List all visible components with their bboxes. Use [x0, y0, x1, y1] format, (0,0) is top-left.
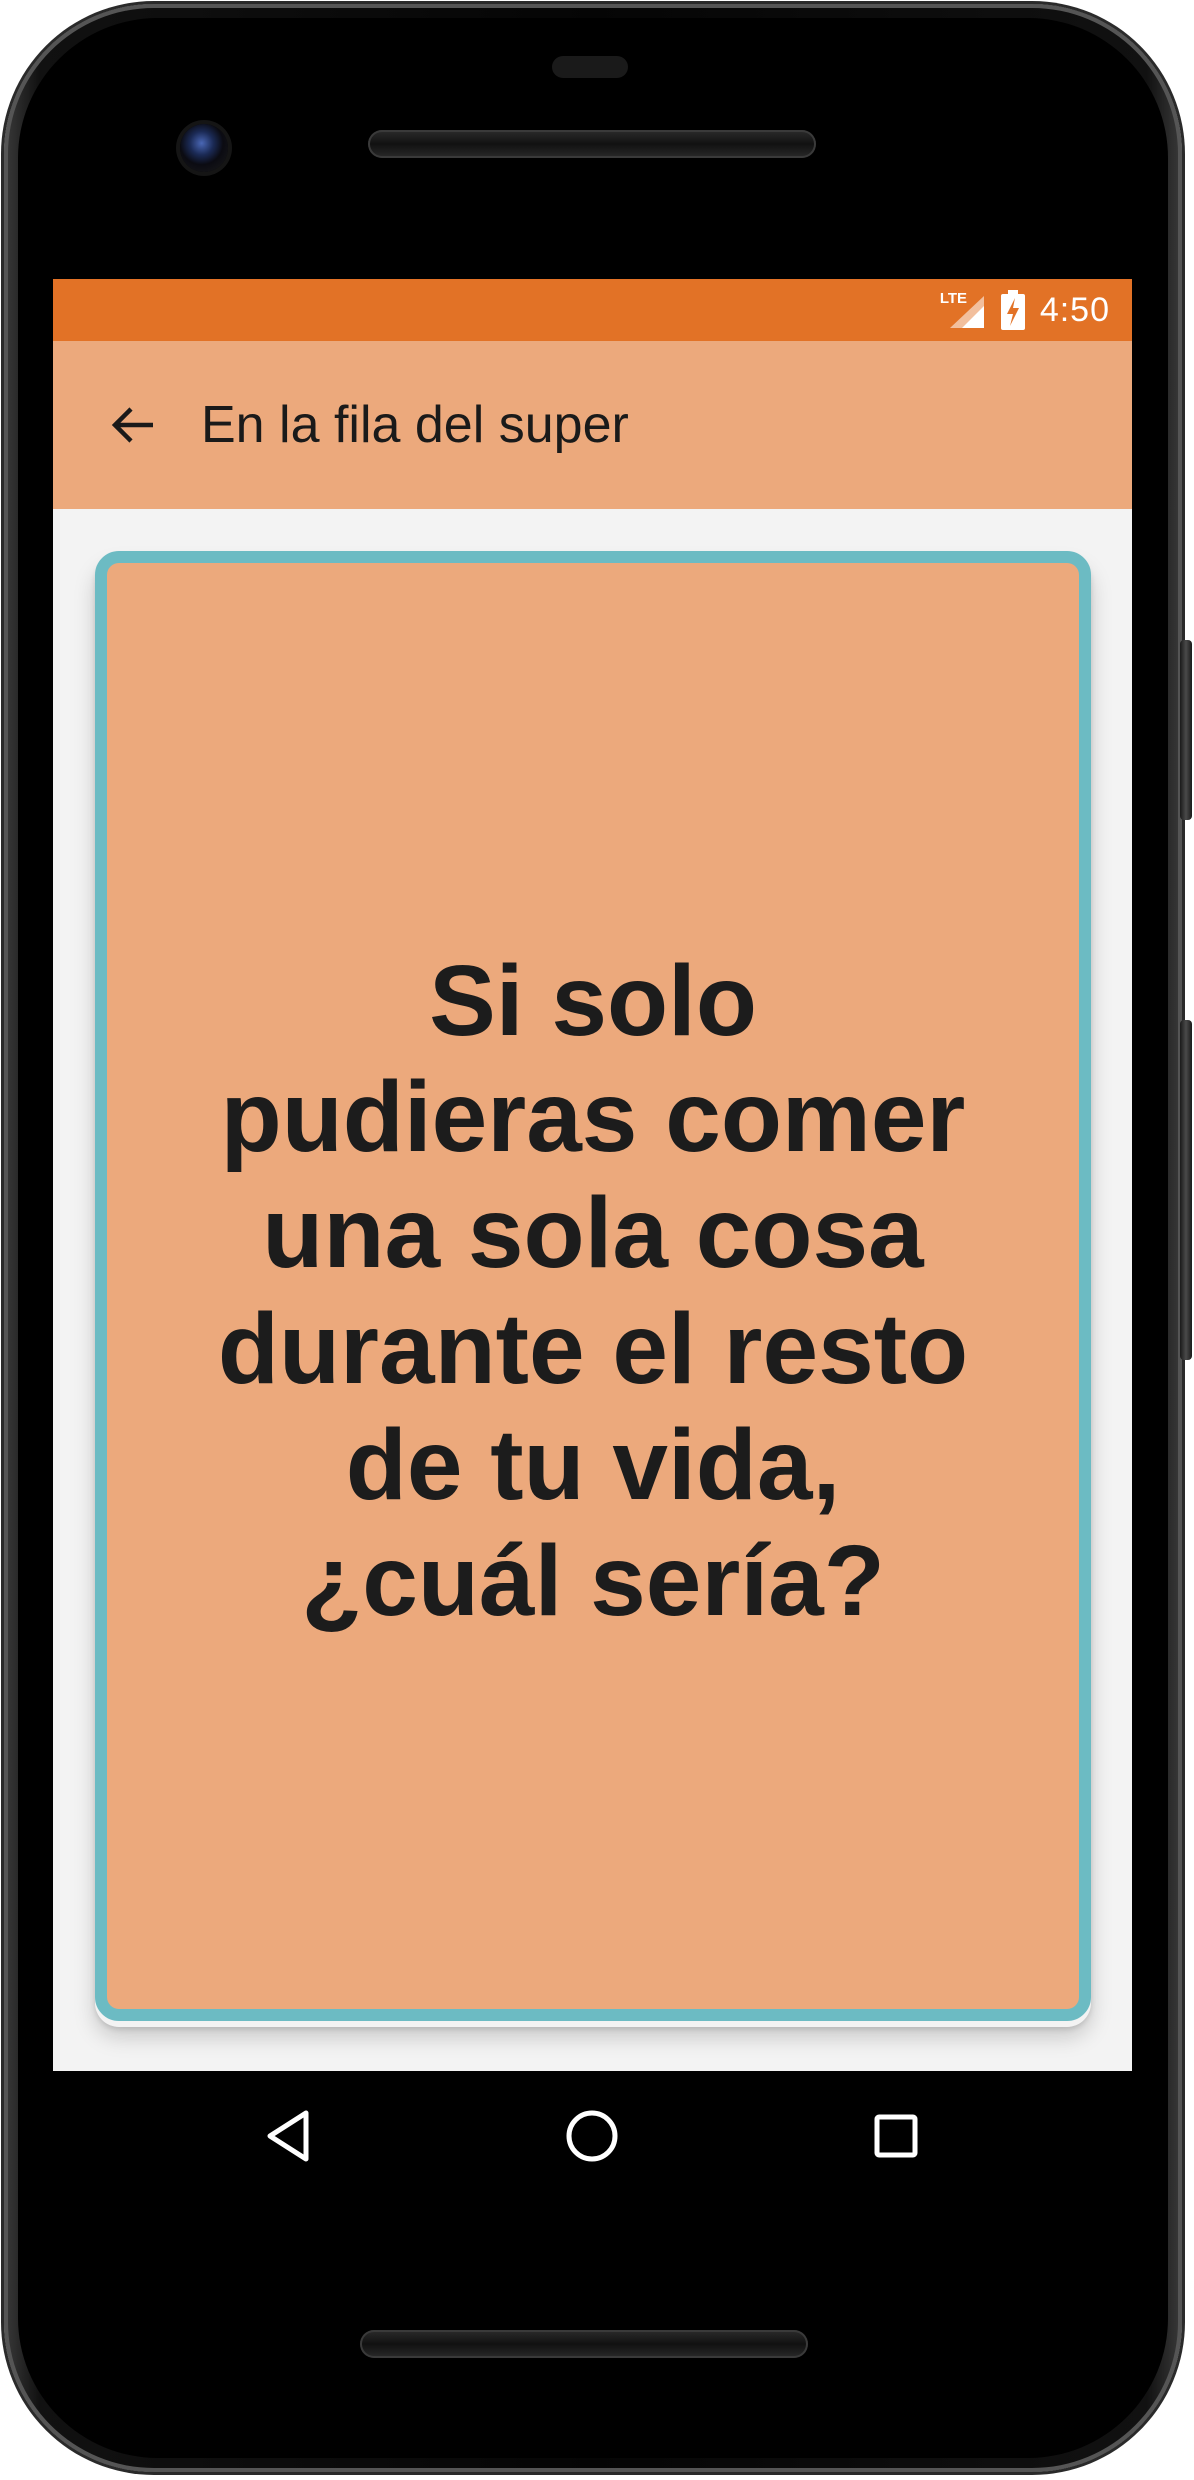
lte-icon: LTE [940, 290, 986, 330]
front-camera [180, 124, 228, 172]
signal-icon [949, 296, 984, 328]
nav-back-button[interactable] [228, 2076, 348, 2196]
phone-screen: LTE 4:50 En la fila del super Si solo pu… [53, 279, 1132, 2071]
proximity-sensor [552, 56, 628, 78]
bottom-speaker-grille [360, 2330, 808, 2358]
page-title: En la fila del super [201, 396, 629, 454]
status-time: 4:50 [1039, 290, 1110, 329]
battery-charging-icon [1000, 290, 1025, 330]
status-bar: LTE 4:50 [53, 279, 1132, 341]
nav-recents-button[interactable] [836, 2076, 956, 2196]
power-button [1180, 640, 1192, 820]
nav-home-button[interactable] [532, 2076, 652, 2196]
app-bar: En la fila del super [53, 341, 1132, 509]
top-speaker-grille [368, 130, 816, 158]
question-card[interactable]: Si solo pudieras comer una sola cosa dur… [95, 551, 1091, 2021]
volume-button [1180, 1020, 1192, 1360]
home-circle-icon [566, 2110, 618, 2162]
back-button[interactable] [93, 385, 173, 465]
status-icons: LTE 4:50 [940, 279, 1110, 341]
recents-square-icon [874, 2114, 918, 2158]
arrow-back-icon [111, 407, 153, 443]
back-triangle-icon [267, 2110, 309, 2162]
question-text: Si solo pudieras comer una sola cosa dur… [217, 945, 969, 1637]
content-area: Si solo pudieras comer una sola cosa dur… [53, 509, 1132, 2071]
